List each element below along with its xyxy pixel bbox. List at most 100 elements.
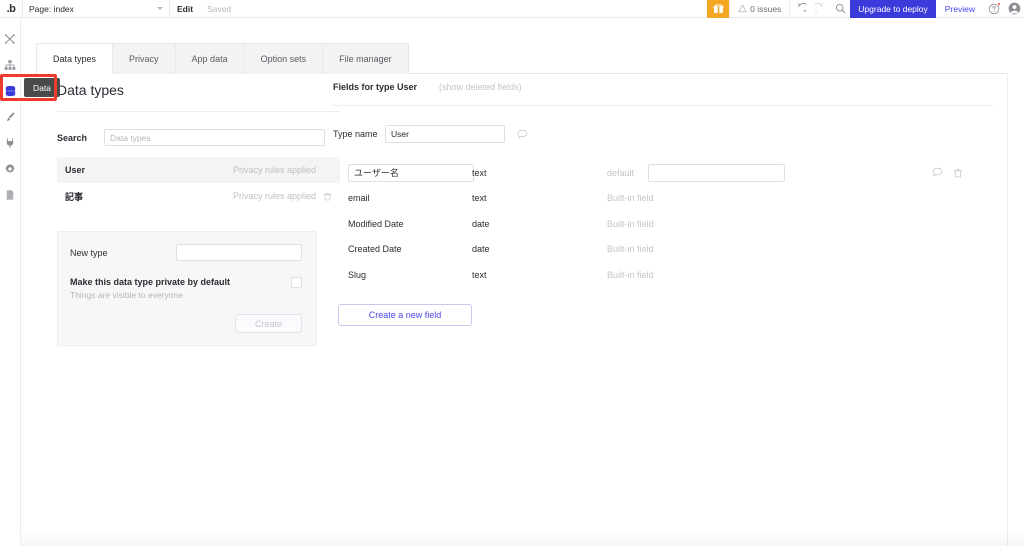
private-by-default-sublabel: Things are visible to everyone <box>70 290 183 300</box>
chevron-down-icon <box>157 6 163 10</box>
rail-item-data[interactable] <box>0 78 21 104</box>
create-button-row: Create <box>70 300 302 333</box>
speech-bubble-icon[interactable] <box>932 167 943 178</box>
type-name-row: Type name <box>333 125 993 143</box>
field-name-cell: Modified Date <box>348 218 404 229</box>
field-type-cell: date <box>472 244 490 255</box>
redo-icon[interactable] <box>810 0 830 18</box>
brush-icon <box>6 112 15 122</box>
data-types-column: Data types Search User Privacy rules app… <box>57 82 340 346</box>
search-icon[interactable] <box>830 0 850 18</box>
rail-item-plugins[interactable] <box>0 130 21 156</box>
create-new-field-button[interactable]: Create a new field <box>338 303 472 326</box>
field-name-input[interactable] <box>348 163 474 182</box>
table-row: Slug text Built-in field <box>333 262 993 288</box>
data-tooltip: Data <box>24 78 60 97</box>
notification-badge <box>997 1 1001 6</box>
new-type-card: New type Make this data type private by … <box>57 231 317 346</box>
field-name-cell: Slug <box>348 269 367 280</box>
fields-header: Fields for type User (show deleted field… <box>333 82 993 92</box>
fields-title-divider <box>333 105 993 106</box>
tab-privacy[interactable]: Privacy <box>113 43 176 74</box>
list-item-user[interactable]: User Privacy rules applied <box>57 157 340 183</box>
tab-app-data[interactable]: App data <box>175 43 245 74</box>
rail-item-elements[interactable] <box>0 52 21 78</box>
type-name-label: Type name <box>333 129 378 139</box>
data-types-panel: Data types Search User Privacy rules app… <box>36 73 1007 546</box>
rail-item-logs[interactable] <box>0 182 21 208</box>
search-label: Search <box>57 132 88 143</box>
search-input[interactable] <box>104 129 325 146</box>
left-icon-rail <box>0 18 21 546</box>
design-tools-icon <box>5 34 15 44</box>
issues-indicator[interactable]: 0 issues <box>729 0 791 18</box>
search-row: Search <box>57 129 340 146</box>
edit-mode-button[interactable]: Edit <box>170 0 200 18</box>
new-type-label: New type <box>70 247 108 258</box>
preview-button[interactable]: Preview <box>936 0 984 18</box>
data-types-list: User Privacy rules applied 記事 Privacy ru… <box>57 157 340 209</box>
private-by-default-label: Make this data type private by default <box>70 277 231 287</box>
rail-item-design[interactable] <box>0 26 21 52</box>
field-name-cell: email <box>348 193 370 204</box>
field-default-input[interactable] <box>648 163 785 182</box>
help-button[interactable] <box>984 0 1004 18</box>
logs-file-icon <box>6 190 14 200</box>
gift-icon[interactable] <box>707 0 730 18</box>
field-builtin-label: Built-in field <box>607 193 654 204</box>
fields-title: Fields for type User <box>333 82 418 92</box>
elements-tree-icon <box>4 60 16 70</box>
tab-option-sets[interactable]: Option sets <box>244 43 324 74</box>
create-type-button[interactable]: Create <box>235 314 302 333</box>
field-type-cell: date <box>472 218 490 229</box>
fields-column: Fields for type User (show deleted field… <box>333 82 993 326</box>
plugin-plug-icon <box>6 138 14 148</box>
privacy-status-label: Privacy rules applied <box>232 165 316 175</box>
user-avatar-icon[interactable] <box>1004 0 1024 18</box>
undo-icon[interactable] <box>790 0 810 18</box>
field-builtin-label: Built-in field <box>607 218 654 229</box>
trash-icon[interactable] <box>953 168 963 178</box>
right-panel-divider <box>1007 73 1008 546</box>
private-by-default-text: Make this data type private by default T… <box>70 277 230 300</box>
top-toolbar-right: 0 issues Upgrade to deploy Preview <box>707 0 1024 18</box>
save-status-label: Saved <box>207 3 232 14</box>
app-logo[interactable]: .b <box>0 0 22 18</box>
type-name-input[interactable] <box>385 125 505 143</box>
table-row: text default <box>333 160 993 186</box>
issues-count-label: 0 issues <box>750 3 782 14</box>
data-section-tabs: Data types Privacy App data Option sets … <box>36 43 409 74</box>
private-by-default-checkbox[interactable] <box>291 277 302 288</box>
page-selector[interactable]: Page: index <box>22 0 170 18</box>
type-name-label: 記事 <box>65 191 84 202</box>
field-type-cell: text <box>472 269 487 280</box>
page-selector-label: Page: index <box>29 3 74 14</box>
field-name-cell <box>333 163 474 182</box>
bubble-editor-window: .b Page: index Edit Saved 0 issues Upgra… <box>0 0 1024 546</box>
type-name-label: User <box>65 165 86 175</box>
title-divider <box>57 111 340 112</box>
privacy-status-label: Privacy rules applied <box>232 191 316 201</box>
field-default-label: default <box>607 167 635 178</box>
trash-icon[interactable] <box>322 192 332 201</box>
new-type-row: New type <box>70 244 302 261</box>
show-deleted-fields-link[interactable]: (show deleted fields) <box>439 82 522 92</box>
field-type-cell[interactable]: text <box>472 168 607 178</box>
tab-data-types[interactable]: Data types <box>36 43 114 74</box>
settings-gear-icon <box>5 164 15 173</box>
field-name-cell: Created Date <box>348 244 402 255</box>
tab-file-manager[interactable]: File manager <box>323 43 409 74</box>
upgrade-to-deploy-button[interactable]: Upgrade to deploy <box>850 0 936 18</box>
speech-bubble-icon[interactable] <box>517 129 530 140</box>
list-item-kiji[interactable]: 記事 Privacy rules applied <box>57 183 340 209</box>
rail-item-settings[interactable] <box>0 156 21 182</box>
table-row: Modified Date date Built-in field <box>333 211 993 237</box>
new-type-input[interactable] <box>176 244 302 261</box>
private-by-default-row[interactable]: Make this data type private by default T… <box>70 277 302 300</box>
rail-item-styles[interactable] <box>0 104 21 130</box>
table-row: Created Date date Built-in field <box>333 237 993 263</box>
warning-triangle-icon <box>738 4 747 13</box>
field-actions <box>932 167 993 178</box>
table-row: email text Built-in field <box>333 186 993 212</box>
field-type-cell: text <box>472 193 487 204</box>
